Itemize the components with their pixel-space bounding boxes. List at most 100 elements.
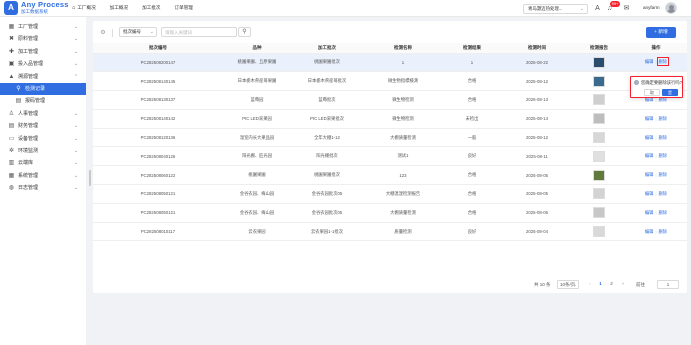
edit-link[interactable]: 编辑 (645, 135, 654, 140)
edit-link[interactable]: 编辑 (645, 210, 654, 215)
table-row[interactable]: PC282508060122 桃園果園 桃園果園批次 123 合格 2025-08-05 编… (93, 165, 687, 186)
delete-link[interactable]: 删除 (659, 172, 668, 177)
cell-inspection-date: 2025-08-14 (501, 109, 573, 129)
table-row[interactable]: PC282508050121 金谷农园、梅山园 金谷农园批次05 大棚质量检测 合格 20… (93, 203, 687, 223)
search-field-select[interactable]: 批次编号 ⌄ (119, 27, 157, 37)
cell-inspection-date: 2025-08-05 (501, 165, 573, 186)
cell-inspection-result: 1 (443, 53, 501, 73)
search-button[interactable]: ⚲ (238, 27, 251, 37)
delete-link[interactable]: 删除 (659, 135, 668, 140)
chevron-down-icon: ⌄ (74, 61, 79, 68)
topnav-item-process-batch[interactable]: 加工批次 (142, 5, 160, 11)
sidebar-item-search[interactable]: ⚲ 检测记录 (0, 83, 86, 95)
topnav-item-process-overview[interactable]: 加工概况 (110, 5, 128, 11)
cell-inspection-date: 2025-08-05 (501, 184, 573, 204)
sidebar-item-environment[interactable]: ✲ 环境监测 ⌄ (0, 145, 86, 157)
sidebar-item-label: 报码管理 (25, 98, 46, 105)
table-row[interactable]: PC282508140145 日本栃木県産苺果園 日本栃木県産苺批次 微生物指標検測合… (93, 71, 687, 92)
topnav-item-factory-overview[interactable]: 工厂概况 (77, 5, 95, 11)
sidebar-item-finance[interactable]: ▤ 财务管理 ⌄ (0, 120, 86, 132)
confirm-cancel-button[interactable]: 取 (644, 89, 660, 96)
cell-process-batch: 桃園果園批次 (291, 53, 363, 73)
report-thumbnail[interactable] (593, 150, 605, 162)
cell-inspection-date: 2025-08-22 (501, 53, 573, 73)
delete-link[interactable]: 删除 (659, 191, 668, 196)
message-icon[interactable]: ✉ (622, 4, 631, 13)
home-icon[interactable]: ⌂ (72, 5, 75, 11)
tenant-select[interactable]: 青岛灏迈热处理... ⌄ (523, 4, 588, 14)
topnav-item-order-management[interactable]: 订单管理 (175, 5, 193, 11)
sidebar-item-input[interactable]: ▣ 投入品管理 ⌄ (0, 58, 86, 70)
report-thumbnail[interactable] (593, 169, 605, 181)
sidebar-item-log[interactable]: ◍ 日志管理 ⌄ (0, 182, 86, 194)
avatar[interactable] (665, 2, 677, 14)
settings-icon[interactable]: ⚙ (99, 29, 107, 37)
report-thumbnail[interactable] (593, 94, 605, 106)
chevron-up-icon: ⌃ (74, 73, 79, 80)
edit-link[interactable]: 编辑 (645, 116, 654, 121)
sidebar-collapse-handle[interactable] (89, 170, 91, 186)
report-thumbnail[interactable] (593, 188, 605, 200)
username[interactable]: anyfarm (643, 5, 660, 10)
report-thumbnail[interactable] (593, 226, 605, 238)
sidebar-item-label: 财务管理 (18, 123, 39, 130)
next-page-button[interactable]: › (619, 281, 627, 286)
finance-icon: ▤ (8, 123, 15, 130)
sidebar-item-cloud[interactable]: ▥ 云端库 ⌄ (0, 157, 86, 169)
edit-link[interactable]: 编辑 (645, 59, 654, 64)
cell-inspection-date: 2025-08-11 (501, 146, 573, 167)
chevron-down-icon: ⌄ (74, 110, 79, 117)
sidebar-item-file[interactable]: ▤ 报码管理 (0, 95, 86, 107)
sidebar-item-label: 工厂管理 (18, 24, 39, 30)
cell-inspection-result: 良好 (443, 146, 501, 167)
column-header-inspection-report[interactable]: 检测报告 (573, 43, 625, 54)
delete-link[interactable]: 删除 (659, 210, 668, 215)
cell-inspection-result: 未检出 (443, 109, 501, 129)
search-input[interactable] (161, 27, 237, 37)
sidebar-item-material[interactable]: ✖ 原料管理 ⌄ (0, 33, 86, 45)
page-size-select[interactable]: 10条/页 ⌄ (557, 280, 579, 289)
delete-link[interactable]: 删除 (659, 229, 668, 234)
delete-link[interactable]: 删除 (656, 57, 670, 67)
table-row[interactable]: PC282508010117 云农果园 云农果园1-1批次 质量检测 良好 2025-08… (93, 222, 687, 242)
sidebar-item-building[interactable]: ▦ 工厂管理 ⌄ (0, 21, 86, 33)
report-thumbnail[interactable] (593, 113, 605, 125)
sidebar-item-label: 人事管理 (18, 110, 39, 117)
report-thumbnail[interactable] (593, 132, 605, 144)
page-1-button[interactable]: 1 (597, 281, 604, 286)
column-header-batch[interactable]: 批次编号 (93, 43, 223, 54)
delete-link[interactable]: 删除 (659, 116, 668, 121)
input-icon: ▣ (8, 61, 15, 68)
add-button[interactable]: + 新增 (646, 27, 676, 38)
edit-link[interactable]: 编辑 (645, 172, 654, 177)
sidebar-item-person[interactable]: ♙ 人事管理 ⌄ (0, 108, 86, 120)
column-header-inspection-result[interactable]: 检测结果 (443, 43, 501, 54)
table-row[interactable]: PC282508040126 阳光棚、匠光园 阳光棚批次 测试1 良好 2025-08-1… (93, 146, 687, 167)
column-header-process-batch[interactable]: 加工批次 (291, 43, 363, 54)
table-row[interactable]: PC282508140142 PIC LED采果园 PIC LED采果批次 微生物检测… (93, 109, 687, 129)
column-header-inspection-date[interactable]: 检测时间 (501, 43, 573, 54)
language-icon[interactable]: A (593, 4, 602, 13)
sidebar-item-device[interactable]: ▭ 设备管理 ⌄ (0, 133, 86, 145)
table-row[interactable]: PC282508050121 金谷农园、梅山园 金谷农园批次05 大棚温湿检测报告 合格… (93, 184, 687, 204)
edit-link[interactable]: 编辑 (645, 229, 654, 234)
column-header-inspection-name[interactable]: 检测名称 (363, 43, 443, 54)
prev-page-button[interactable]: ‹ (586, 281, 594, 286)
column-header-variety[interactable]: 品种 (223, 43, 291, 54)
table-row[interactable]: PC282508200147 桃園果園、丘原果園 桃園果園批次 1 1 2025-08-2… (93, 53, 687, 73)
sidebar-item-system[interactable]: ▦ 系统管理 ⌄ (0, 170, 86, 182)
report-thumbnail[interactable] (593, 75, 605, 87)
sidebar-item-process[interactable]: ✚ 加工管理 ⌄ (0, 46, 86, 58)
report-thumbnail[interactable] (593, 56, 605, 68)
cell-inspection-name: 微生物检测 (363, 109, 443, 129)
table-row[interactable]: PC282508130137 蓝莓园 蓝莓批次 微生物检测 合格 2025-08-13 编辑… (93, 90, 687, 110)
table-row[interactable]: PC282508120136 温室内长大果品园 全年大棚1-12 大棚质量检测 一般 20… (93, 128, 687, 148)
edit-link[interactable]: 编辑 (645, 153, 654, 158)
page-2-button[interactable]: 2 (608, 281, 615, 286)
sidebar-item-trace[interactable]: ▲ 溯源管理 ⌃ (0, 71, 86, 83)
edit-link[interactable]: 编辑 (645, 191, 654, 196)
report-thumbnail[interactable] (593, 207, 605, 219)
page-jump-input[interactable]: 1 (657, 280, 679, 289)
delete-link[interactable]: 删除 (659, 153, 668, 158)
confirm-ok-button[interactable]: 是 (662, 89, 678, 96)
